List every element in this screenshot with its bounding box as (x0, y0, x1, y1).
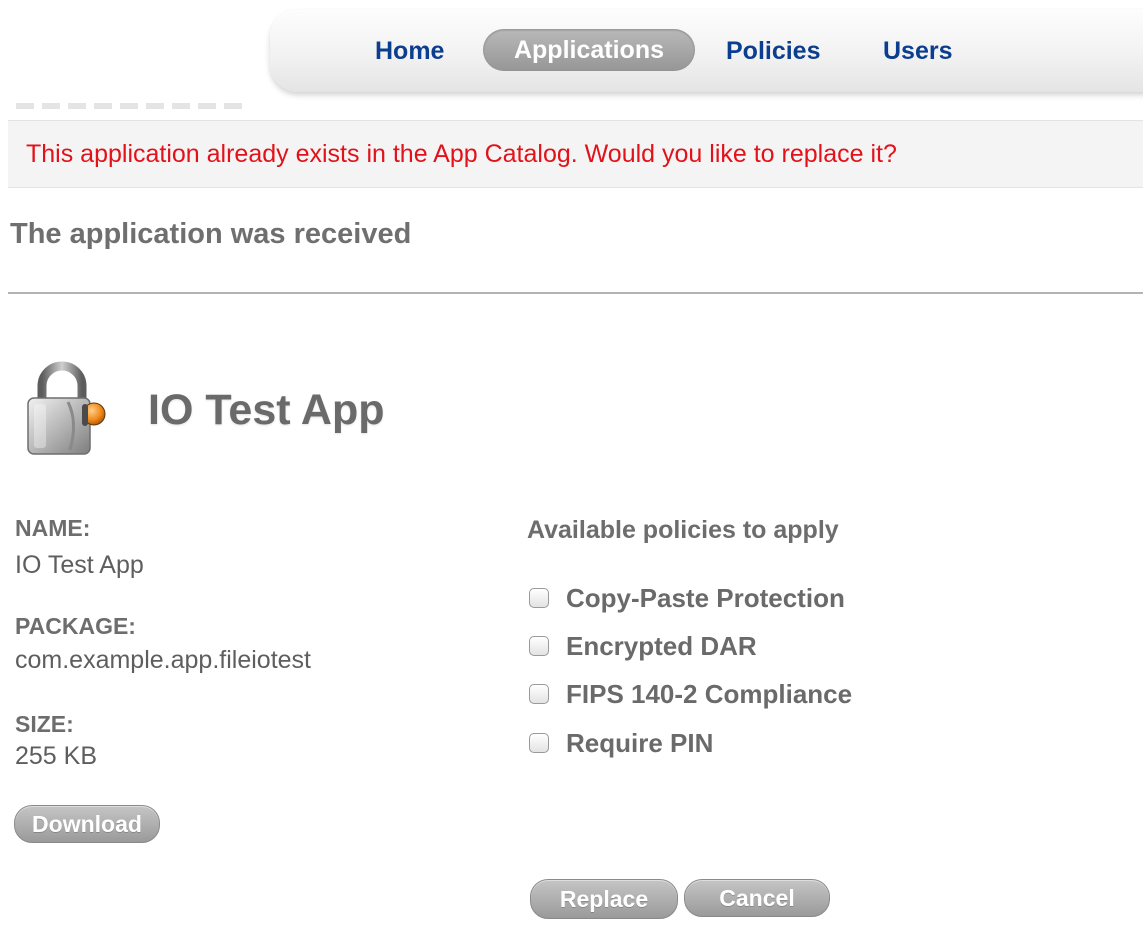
cancel-button[interactable]: Cancel (684, 879, 830, 917)
policy-checkbox[interactable] (529, 588, 549, 608)
alert-message: This application already exists in the A… (26, 140, 897, 168)
policy-option-require-pin[interactable]: Require PIN (529, 727, 713, 759)
name-label: NAME: (15, 515, 91, 541)
policy-option-copy-paste[interactable]: Copy-Paste Protection (529, 582, 845, 614)
size-value: 255 KB (15, 742, 98, 770)
policy-label: Copy-Paste Protection (566, 582, 845, 613)
nav-home-link[interactable]: Home (375, 34, 444, 68)
policy-checkbox[interactable] (529, 684, 549, 704)
package-label: PACKAGE: (15, 613, 136, 639)
size-label: SIZE: (15, 711, 74, 737)
nav-users-link[interactable]: Users (883, 34, 953, 68)
package-value: com.example.app.fileiotest (15, 646, 311, 674)
name-value: IO Test App (15, 551, 144, 579)
alert-banner: This application already exists in the A… (8, 120, 1143, 188)
policy-label: Require PIN (566, 727, 714, 758)
policy-checkbox[interactable] (529, 636, 549, 656)
policy-label: FIPS 140-2 Compliance (566, 678, 853, 709)
nav-policies-link[interactable]: Policies (726, 34, 821, 68)
status-heading: The application was received (10, 218, 412, 250)
policies-heading: Available policies to apply (527, 516, 839, 544)
policy-checkbox[interactable] (529, 733, 549, 753)
app-title: IO Test App (148, 386, 385, 434)
policy-label: Encrypted DAR (566, 630, 757, 661)
lock-app-icon (27, 361, 106, 455)
policy-option-encrypted-dar[interactable]: Encrypted DAR (529, 630, 757, 662)
replace-button[interactable]: Replace (530, 879, 678, 919)
download-button[interactable]: Download (14, 805, 160, 843)
nav-fade-decoration (16, 103, 244, 109)
section-divider (8, 292, 1143, 294)
policy-option-fips[interactable]: FIPS 140-2 Compliance (529, 678, 852, 710)
nav-applications-tab[interactable]: Applications (483, 29, 695, 71)
